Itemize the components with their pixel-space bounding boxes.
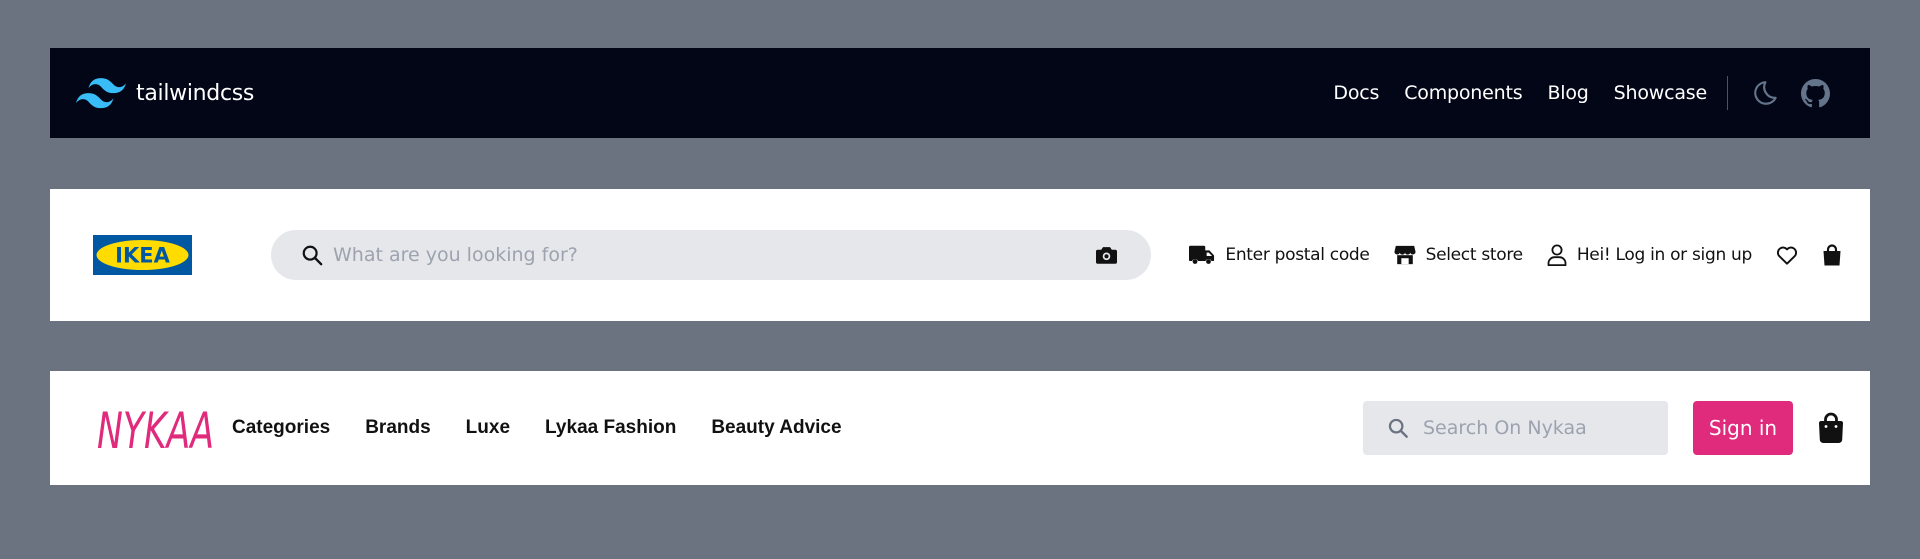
select-store-button[interactable]: Select store	[1394, 244, 1523, 266]
ikea-navbar: IKEA Enter postal code	[50, 189, 1870, 321]
login-button[interactable]: Hei! Log in or sign up	[1547, 244, 1752, 266]
tailwind-logo-icon	[76, 78, 126, 109]
bag-icon	[1823, 244, 1841, 266]
nav-divider	[1727, 76, 1728, 110]
nav-link-beauty-advice[interactable]: Beauty Advice	[711, 417, 841, 439]
camera-icon[interactable]	[1096, 246, 1117, 264]
nykaa-logo[interactable]: NYKAA	[95, 398, 216, 458]
nav-link-luxe[interactable]: Luxe	[466, 417, 510, 439]
tailwind-navbar: tailwindcss Docs Components Blog Showcas…	[50, 48, 1870, 138]
select-store-label: Select store	[1425, 245, 1524, 265]
moon-icon	[1754, 81, 1777, 105]
ikea-search-bar	[271, 230, 1151, 280]
dark-mode-toggle[interactable]	[1754, 79, 1780, 107]
ikea-logo-text: IKEA	[115, 244, 170, 268]
tailwind-wordmark: tailwindcss	[136, 80, 255, 106]
heart-icon	[1776, 246, 1798, 265]
nykaa-navbar: NYKAA Categories Brands Luxe Lykaa Fashi…	[50, 371, 1870, 485]
nav-link-docs[interactable]: Docs	[1333, 82, 1379, 104]
postal-code-label: Enter postal code	[1225, 245, 1370, 265]
search-icon[interactable]	[301, 244, 323, 266]
nav-link-lykaa-fashion[interactable]: Lykaa Fashion	[545, 417, 676, 439]
truck-icon	[1189, 245, 1215, 264]
cart-button[interactable]	[1817, 412, 1845, 444]
nav-link-showcase[interactable]: Showcase	[1614, 82, 1708, 104]
tailwind-brand-link[interactable]: tailwindcss	[76, 77, 254, 109]
login-label: Hei! Log in or sign up	[1576, 245, 1752, 265]
shopping-bag-icon	[1818, 412, 1844, 443]
store-icon	[1394, 245, 1416, 265]
nykaa-search-input[interactable]	[1423, 417, 1668, 439]
nav-link-categories[interactable]: Categories	[232, 417, 330, 439]
nav-link-brands[interactable]: Brands	[365, 417, 430, 439]
user-icon	[1547, 244, 1567, 266]
nykaa-search-bar	[1363, 401, 1668, 455]
nav-link-blog[interactable]: Blog	[1547, 82, 1588, 104]
wishlist-button[interactable]	[1776, 245, 1798, 265]
ikea-search-input[interactable]	[333, 244, 1096, 266]
cart-button[interactable]	[1822, 244, 1842, 266]
nykaa-main-nav: Categories Brands Luxe Lykaa Fashion Bea…	[232, 417, 842, 439]
ikea-nav-right: Enter postal code Select store Hei! Log …	[1189, 244, 1842, 266]
postal-code-button[interactable]: Enter postal code	[1189, 245, 1370, 265]
nykaa-logo-text: NYKAA	[97, 402, 214, 458]
search-icon[interactable]	[1387, 417, 1409, 439]
github-link[interactable]	[1801, 78, 1830, 108]
tailwind-nav-right: Docs Components Blog Showcase	[1333, 76, 1830, 110]
nav-link-components[interactable]: Components	[1404, 82, 1522, 104]
sign-in-button[interactable]: Sign in	[1693, 401, 1793, 455]
nykaa-nav-right: Sign in	[1363, 401, 1845, 455]
github-icon	[1801, 78, 1830, 107]
ikea-logo[interactable]: IKEA	[93, 235, 192, 275]
